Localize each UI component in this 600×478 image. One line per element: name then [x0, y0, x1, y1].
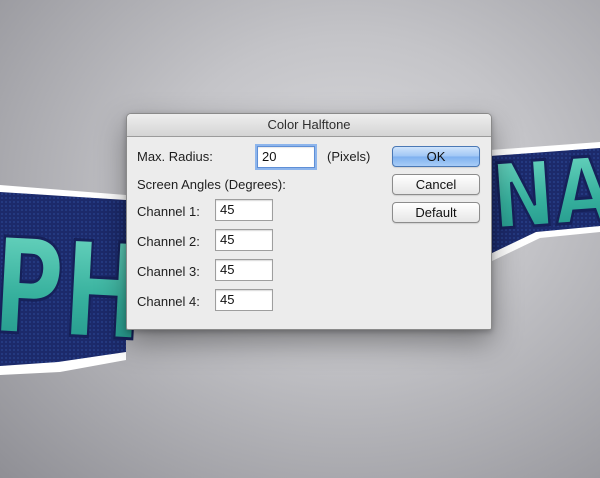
- cancel-button[interactable]: Cancel: [392, 174, 480, 195]
- max-radius-label: Max. Radius:: [137, 149, 213, 164]
- max-radius-unit: (Pixels): [327, 149, 371, 164]
- artwork-right-letters: NA: [488, 137, 600, 250]
- channel-3-input[interactable]: 45: [215, 259, 273, 281]
- max-radius-input[interactable]: 20: [257, 146, 315, 168]
- ok-button[interactable]: OK: [392, 146, 480, 167]
- channel-1-input[interactable]: 45: [215, 199, 273, 221]
- channel-2-label: Channel 2:: [137, 234, 200, 249]
- channel-1-label: Channel 1:: [137, 204, 200, 219]
- channel-3-label: Channel 3:: [137, 264, 200, 279]
- default-button[interactable]: Default: [392, 202, 480, 223]
- dialog-title: Color Halftone: [127, 114, 491, 137]
- channel-4-input[interactable]: 45: [215, 289, 273, 311]
- channel-4-label: Channel 4:: [137, 294, 200, 309]
- color-halftone-dialog: Color Halftone Max. Radius: 20 (Pixels) …: [126, 113, 492, 330]
- screen-angles-label: Screen Angles (Degrees):: [137, 177, 286, 192]
- channel-2-input[interactable]: 45: [215, 229, 273, 251]
